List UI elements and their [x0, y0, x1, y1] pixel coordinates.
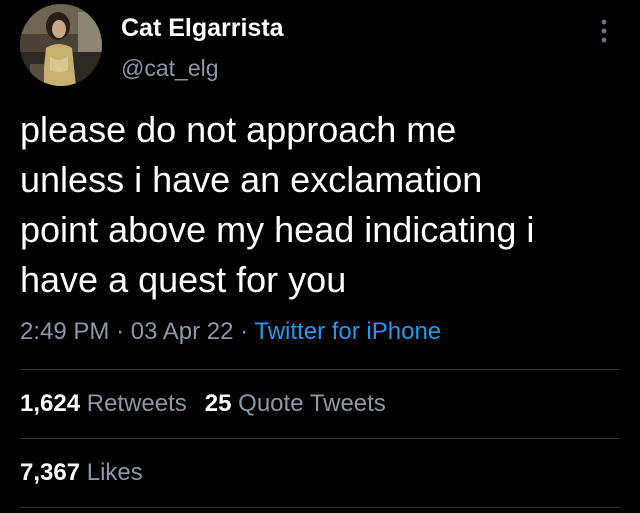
likes-stat[interactable]: 7,367 Likes	[20, 459, 143, 486]
retweets-count: 1,624	[20, 390, 81, 417]
divider	[20, 369, 620, 370]
avatar-image	[20, 4, 102, 86]
retweets-stat[interactable]: 1,624 Retweets	[20, 390, 187, 417]
tweet: Cat Elgarrista @cat_elg please do not ap…	[0, 0, 640, 513]
tweet-text-line: have a quest for you	[20, 259, 347, 300]
likes-row: 7,367 Likes	[20, 457, 143, 489]
meta-separator: ·	[240, 318, 249, 345]
likes-count: 7,367	[20, 459, 81, 486]
user-handle[interactable]: @cat_elg	[121, 54, 219, 82]
quotes-label: Quote Tweets	[238, 390, 386, 417]
tweet-meta: 2:49 PM · 03 Apr 22 · Twitter for iPhone	[20, 316, 441, 348]
tweet-text: please do not approach me unless i have …	[20, 105, 626, 305]
likes-label: Likes	[86, 459, 143, 486]
quotes-count: 25	[204, 390, 232, 417]
engagement-row: 1,624 Retweets 25 Quote Tweets	[20, 388, 386, 420]
quote-tweets-stat[interactable]: 25 Quote Tweets	[205, 390, 386, 417]
tweet-text-line: point above my head indicating i	[20, 209, 535, 250]
avatar[interactable]	[20, 4, 102, 86]
retweets-label: Retweets	[86, 390, 187, 417]
tweet-date[interactable]: 03 Apr 22	[131, 318, 234, 345]
more-vertical-icon[interactable]	[592, 16, 616, 46]
meta-separator: ·	[116, 318, 125, 345]
display-name[interactable]: Cat Elgarrista	[121, 13, 284, 43]
tweet-time[interactable]: 2:49 PM	[20, 318, 109, 345]
tweet-text-line: unless i have an exclamation	[20, 159, 483, 200]
tweet-text-line: please do not approach me	[20, 109, 457, 150]
tweet-source-link[interactable]: Twitter for iPhone	[254, 318, 441, 345]
divider	[20, 438, 620, 439]
divider	[20, 507, 620, 508]
